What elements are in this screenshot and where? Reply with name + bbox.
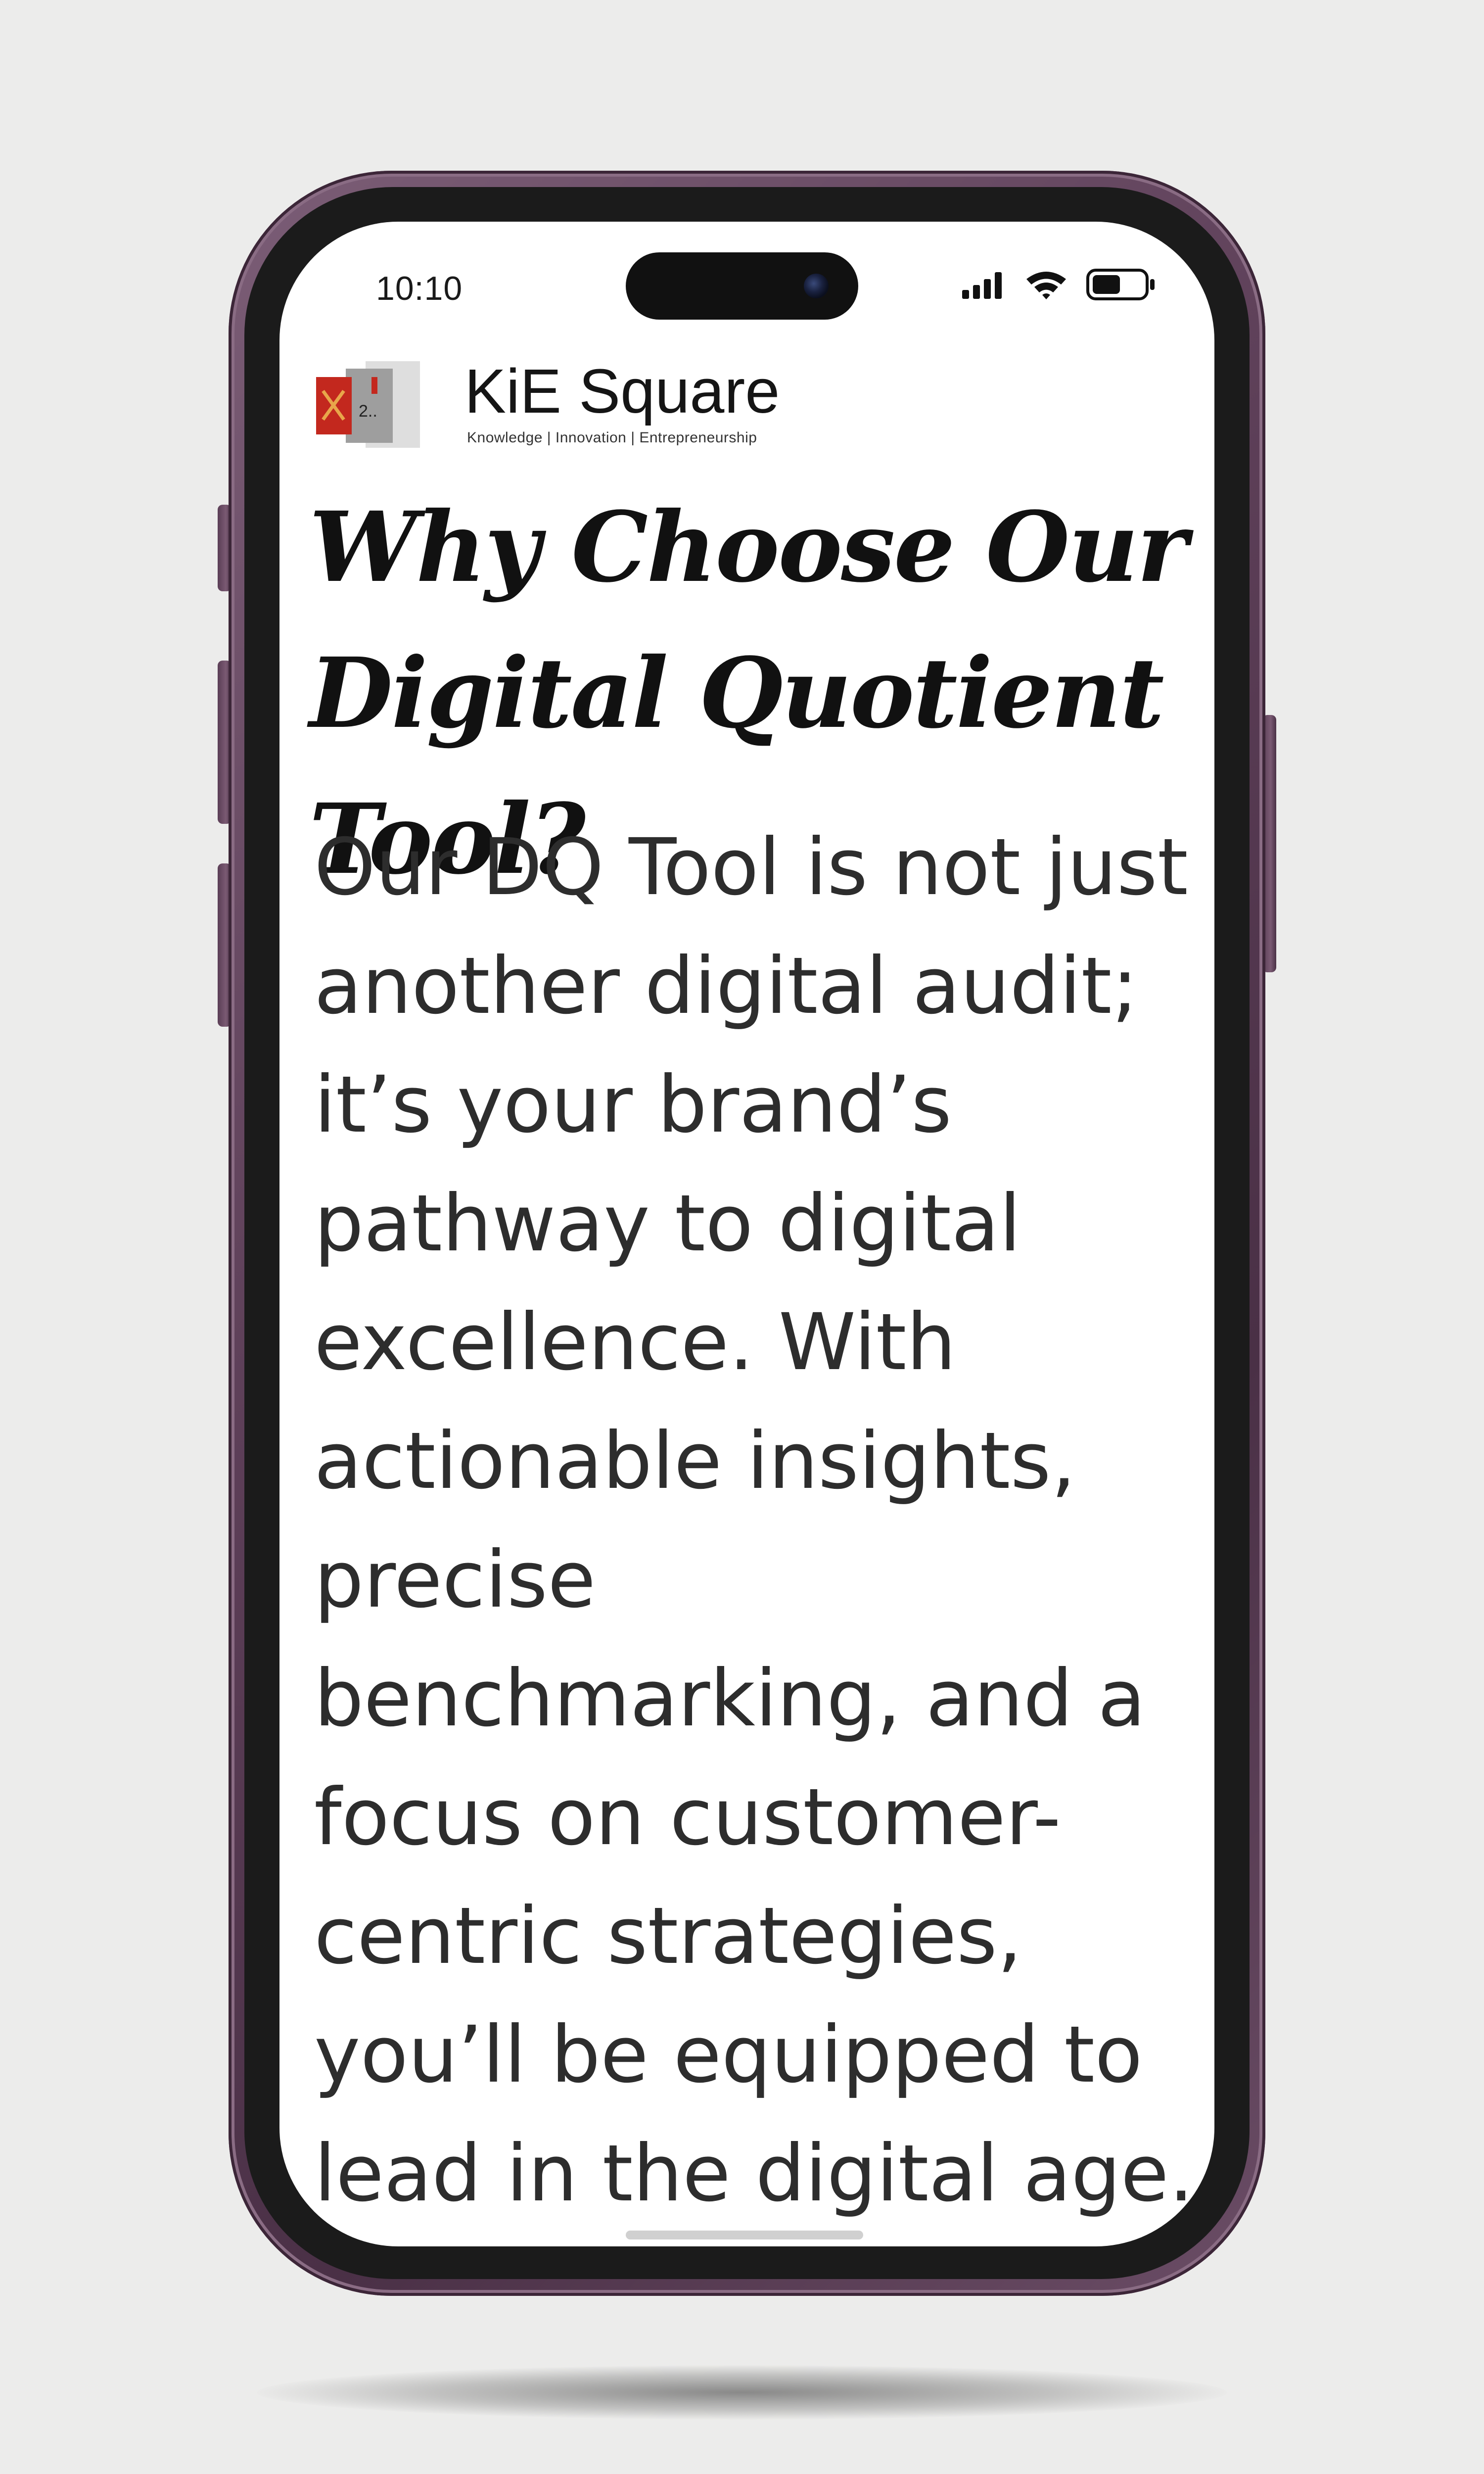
home-indicator[interactable] bbox=[626, 2231, 863, 2239]
wifi-icon bbox=[1026, 272, 1066, 299]
status-time: 10:10 bbox=[376, 270, 463, 307]
brand-tagline: Knowledge | Innovation | Entrepreneurshi… bbox=[467, 429, 757, 446]
kie-square-logo-icon: 2.. bbox=[316, 361, 420, 448]
battery-icon bbox=[1086, 269, 1155, 300]
phone-screen: 10:10 2.. KiE Square Knowledge | Innovat… bbox=[279, 222, 1214, 2246]
signal-icon bbox=[962, 272, 1002, 299]
phone-shadow bbox=[257, 2365, 1227, 2420]
brand-header[interactable]: 2.. KiE Square Knowledge | Innovation | … bbox=[316, 351, 780, 448]
dynamic-island bbox=[626, 252, 858, 320]
status-icons bbox=[962, 269, 1155, 300]
brand-name: KiE Square bbox=[464, 356, 780, 426]
front-camera bbox=[804, 274, 829, 298]
body-paragraph: Our DQ Tool is not just another digital … bbox=[314, 822, 1194, 2219]
svg-text:2..: 2.. bbox=[359, 402, 377, 421]
